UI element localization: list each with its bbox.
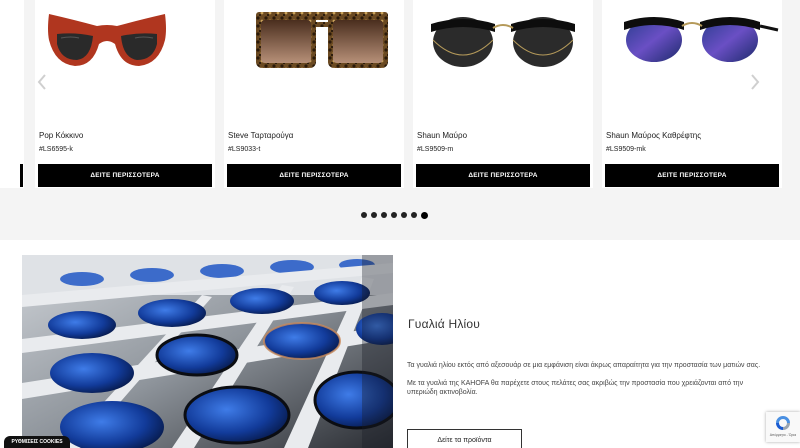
product-sku: #LS9509-m [417, 146, 454, 153]
carousel-next-button[interactable] [747, 70, 763, 94]
carousel-dot[interactable] [401, 212, 407, 218]
product-image[interactable] [35, 0, 215, 110]
product-sku: #LS6595-k [39, 146, 73, 153]
see-more-button[interactable]: ΔΕΙΤΕ ΠΕΡΙΣΣΟΤΕΡΑ [38, 164, 212, 187]
sunglasses-display-photo [22, 255, 393, 448]
see-more-button[interactable]: ΔΕΙΤΕ ΠΕΡΙΣΣΟΤΕΡΑ [227, 164, 401, 187]
carousel-dot[interactable] [381, 212, 387, 218]
carousel-dot-active[interactable] [421, 211, 428, 219]
partial-card-button[interactable] [20, 164, 23, 187]
see-more-button[interactable]: ΔΕΙΤΕ ΠΕΡΙΣΣΟΤΕΡΑ [416, 164, 590, 187]
product-name[interactable]: Shaun Μαύρο [417, 131, 467, 140]
product-name[interactable]: Steve Ταρταρούγα [228, 131, 293, 140]
product-name[interactable]: Pop Κόκκινο [39, 131, 83, 140]
product-card[interactable]: Shaun Μαύρος Καθρέφτης #LS9509-mk ΔΕΙΤΕ … [602, 0, 782, 188]
section-paragraph-1: Τα γυαλιά ηλίου εκτός από αξεσουάρ σε μι… [407, 362, 761, 369]
product-carousel: Pop Κόκκινο #LS6595-k ΔΕΙΤΕ ΠΕΡΙΣΣΟΤΕΡΑ [0, 0, 800, 240]
product-image[interactable] [413, 0, 593, 110]
carousel-dot[interactable] [391, 212, 397, 218]
recaptcha-text[interactable]: Απόρρητο - Όροι [770, 433, 796, 437]
see-more-button[interactable]: ΔΕΙΤΕ ΠΕΡΙΣΣΟΤΕΡΑ [605, 164, 779, 187]
carousel-dot[interactable] [411, 212, 417, 218]
product-card[interactable]: Shaun Μαύρο #LS9509-m ΔΕΙΤΕ ΠΕΡΙΣΣΟΤΕΡΑ [413, 0, 593, 188]
partial-product-card [0, 0, 24, 188]
cookie-settings-button[interactable]: ΡΥΘΜΙΣΕΙΣ COOKIES [4, 436, 70, 448]
view-products-button[interactable]: Δείτε τα προϊόντα [407, 429, 522, 448]
product-card[interactable]: Pop Κόκκινο #LS6595-k ΔΕΙΤΕ ΠΕΡΙΣΣΟΤΕΡΑ [35, 0, 215, 188]
section-paragraph-2: Με τα γυαλιά της KAHOFA θα παρέχετε στου… [407, 380, 744, 396]
recaptcha-icon [776, 416, 790, 430]
product-name[interactable]: Shaun Μαύρος Καθρέφτης [606, 131, 701, 140]
product-card[interactable]: Steve Ταρταρούγα #LS9033-t ΔΕΙΤΕ ΠΕΡΙΣΣΟ… [224, 0, 404, 188]
product-sku: #LS9033-t [228, 146, 261, 153]
product-sku: #LS9509-mk [606, 146, 646, 153]
recaptcha-badge[interactable]: Απόρρητο - Όροι [766, 412, 800, 442]
carousel-dots [361, 211, 428, 219]
carousel-prev-button[interactable] [34, 70, 50, 94]
chevron-right-icon [751, 74, 760, 90]
section-title: Γυαλιά Ηλίου [408, 317, 481, 331]
chevron-left-icon [37, 74, 46, 90]
product-image[interactable] [224, 0, 404, 110]
carousel-dot[interactable] [371, 212, 377, 218]
carousel-dot[interactable] [361, 212, 367, 218]
